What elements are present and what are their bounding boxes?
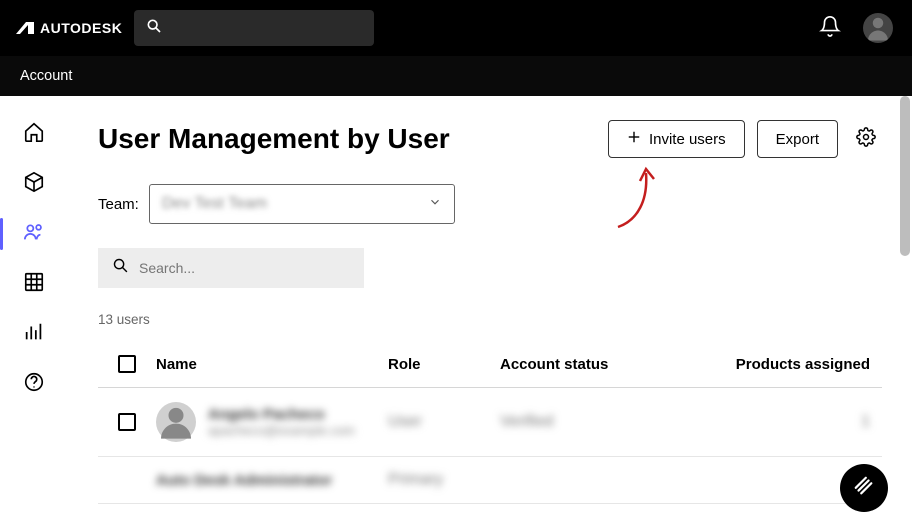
export-button-label: Export	[776, 131, 819, 148]
chart-icon	[23, 321, 45, 348]
vertical-scrollbar[interactable]	[900, 96, 910, 256]
search-icon	[146, 18, 162, 39]
user-products: 1	[646, 413, 882, 431]
column-products[interactable]: Products assigned	[646, 356, 882, 373]
table-header: Name Role Account status Products assign…	[98, 341, 882, 388]
brand-text: AUTODESK	[40, 20, 122, 36]
team-label: Team:	[98, 196, 139, 213]
user-status: Verified	[500, 413, 646, 431]
table-icon	[23, 271, 45, 298]
sidebar-item-home[interactable]	[14, 114, 54, 154]
team-select-value: Dev Test Team	[162, 195, 267, 213]
help-icon	[23, 371, 45, 398]
home-icon	[23, 121, 45, 148]
user-email: apacheco@example.com	[208, 423, 355, 438]
profile-menu[interactable]	[860, 10, 896, 46]
notifications-button[interactable]	[812, 10, 848, 46]
settings-button[interactable]	[850, 120, 882, 158]
avatar-icon	[863, 13, 893, 43]
table-row[interactable]: Angelo Pacheco apacheco@example.com User…	[98, 388, 882, 457]
sidebar-item-products[interactable]	[14, 164, 54, 204]
user-name: Angelo Pacheco	[208, 406, 355, 423]
sidebar	[0, 96, 68, 532]
page-title: User Management by User	[98, 123, 596, 155]
table-search-input[interactable]	[98, 248, 364, 288]
top-bar: AUTODESK	[0, 0, 912, 56]
column-role[interactable]: Role	[388, 356, 500, 373]
user-count: 13 users	[98, 312, 882, 327]
users-icon	[23, 221, 45, 248]
chevron-down-icon	[428, 195, 442, 214]
brand-logo[interactable]: AUTODESK	[16, 20, 122, 36]
sidebar-item-billing[interactable]	[14, 264, 54, 304]
autodesk-logo-icon	[16, 22, 34, 34]
feedback-icon	[853, 475, 875, 502]
gear-icon	[856, 127, 876, 151]
cube-icon	[23, 171, 45, 198]
avatar	[156, 402, 196, 442]
secondary-nav: Account	[0, 56, 912, 96]
invite-button-label: Invite users	[649, 131, 726, 148]
search-text-field[interactable]	[139, 260, 350, 276]
select-all-checkbox[interactable]	[118, 355, 136, 373]
sidebar-item-help[interactable]	[14, 364, 54, 404]
row-checkbox[interactable]	[118, 413, 136, 431]
sidebar-item-users[interactable]	[14, 214, 54, 254]
users-table: Name Role Account status Products assign…	[98, 341, 882, 504]
user-role: Primary	[388, 471, 500, 489]
column-name[interactable]: Name	[156, 356, 388, 373]
invite-users-button[interactable]: Invite users	[608, 120, 745, 158]
export-button[interactable]: Export	[757, 120, 838, 158]
nav-account[interactable]: Account	[20, 68, 72, 84]
team-select[interactable]: Dev Test Team	[149, 184, 455, 224]
table-row[interactable]: Auto Desk Administrator Primary	[98, 457, 882, 504]
global-search[interactable]	[134, 10, 374, 46]
column-status[interactable]: Account status	[500, 356, 646, 373]
bell-icon	[819, 15, 841, 42]
sidebar-item-reporting[interactable]	[14, 314, 54, 354]
feedback-fab[interactable]	[840, 464, 888, 512]
user-role: User	[388, 413, 500, 431]
main-content: User Management by User Invite users Exp…	[68, 96, 912, 532]
plus-icon	[627, 130, 641, 148]
user-name: Auto Desk Administrator	[156, 472, 332, 489]
search-icon	[112, 257, 129, 279]
